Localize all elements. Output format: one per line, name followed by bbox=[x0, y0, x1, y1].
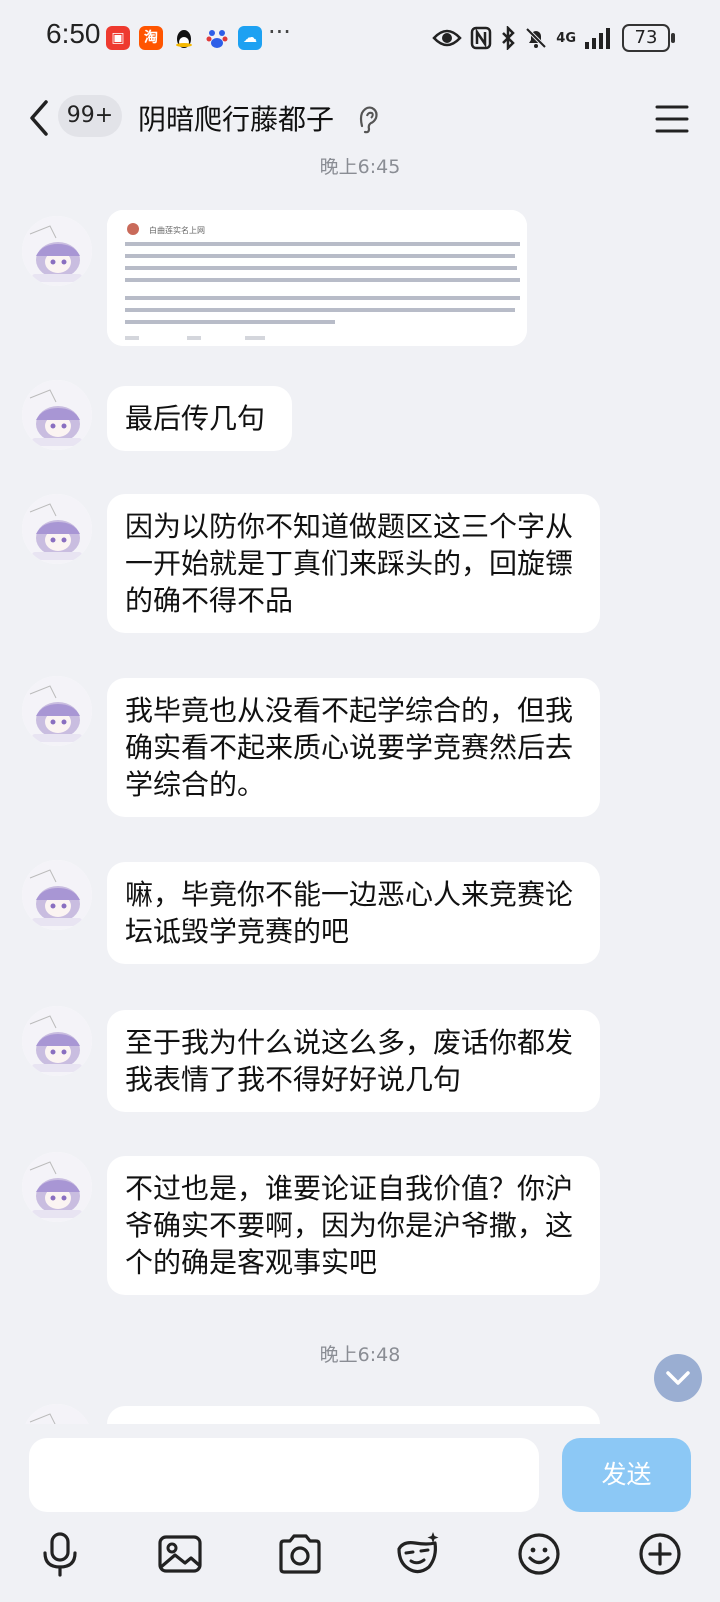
chat-title[interactable]: 阴暗爬行藤都子 bbox=[138, 98, 334, 138]
taobao-red-icon: ▣ bbox=[106, 26, 130, 50]
message-bubble[interactable]: 因为以防你不知道做题区这三个字从一开始就是丁真们来踩头的，回旋镖的确不得不品 bbox=[107, 494, 600, 633]
menu-icon[interactable] bbox=[654, 102, 690, 136]
status-time: 6:50 bbox=[46, 18, 101, 49]
avatar[interactable] bbox=[22, 860, 92, 930]
input-bar: 发送 bbox=[0, 1424, 720, 1602]
image-author: 白曲莲实名上网 bbox=[149, 225, 205, 235]
message-bubble[interactable]: 不过也是，谁要论证自我价值？你沪爷确实不要啊，因为你是沪爷撒，这个的确是客观事实… bbox=[107, 1156, 600, 1295]
emoji-icon[interactable] bbox=[514, 1529, 564, 1579]
more-notifications-icon: ··· bbox=[268, 18, 291, 46]
signal-icon bbox=[585, 28, 610, 49]
battery-indicator: 73 bbox=[622, 24, 675, 52]
camera-icon[interactable] bbox=[275, 1529, 325, 1579]
chevron-down-icon bbox=[666, 1371, 690, 1385]
network-type: 4G bbox=[556, 30, 576, 46]
scroll-to-bottom-button[interactable] bbox=[654, 1354, 702, 1402]
avatar[interactable] bbox=[22, 1006, 92, 1076]
ear-icon[interactable] bbox=[356, 104, 380, 134]
avatar[interactable] bbox=[22, 1404, 92, 1424]
nfc-icon bbox=[471, 26, 492, 50]
plus-icon[interactable] bbox=[635, 1529, 685, 1579]
avatar[interactable] bbox=[22, 1152, 92, 1222]
send-button[interactable]: 发送 bbox=[562, 1438, 691, 1512]
message-bubble[interactable]: 嘛，毕竟你不能一边恶心人来竞赛论坛诋毁学竞赛的吧 bbox=[107, 862, 600, 964]
bluetooth-icon bbox=[502, 26, 516, 50]
image-icon[interactable] bbox=[155, 1529, 205, 1579]
cloud-icon: ☁ bbox=[238, 26, 262, 50]
message-bubble[interactable]: 我毕竟也从没看不起学综合的，但我确实看不起来质心说要学竞赛然后去学综合的。 bbox=[107, 678, 600, 817]
avatar[interactable] bbox=[22, 676, 92, 746]
eye-icon bbox=[432, 29, 462, 47]
message-bubble-partial[interactable] bbox=[107, 1406, 600, 1424]
sticker-icon[interactable] bbox=[393, 1529, 443, 1579]
image-message[interactable]: 白曲莲实名上网 bbox=[107, 210, 527, 346]
avatar[interactable] bbox=[22, 494, 92, 564]
message-input[interactable] bbox=[29, 1438, 539, 1512]
avatar[interactable] bbox=[22, 380, 92, 450]
status-bar: 6:50 ▣ 淘 ☁ ··· 4G 73 bbox=[0, 0, 720, 76]
timestamp: 晚上6:48 bbox=[319, 1344, 401, 1366]
message-bubble[interactable]: 最后传几句 bbox=[107, 386, 292, 451]
status-indicators: 4G 73 bbox=[432, 22, 675, 54]
mute-bell-icon bbox=[525, 27, 547, 49]
message-list[interactable]: 晚上6:45 白曲莲实名上网 最后传几句 因为以防你不知道做题区这三个字从一开始… bbox=[0, 158, 720, 1424]
microphone-icon[interactable] bbox=[35, 1529, 85, 1579]
avatar[interactable] bbox=[22, 216, 92, 286]
baidu-icon bbox=[205, 26, 229, 50]
taobao-icon: 淘 bbox=[139, 26, 163, 50]
back-icon[interactable] bbox=[24, 98, 56, 138]
unread-badge[interactable]: 99+ bbox=[58, 95, 122, 137]
qq-icon bbox=[172, 26, 196, 50]
chat-header: 99+ 阴暗爬行藤都子 bbox=[0, 80, 720, 158]
timestamp: 晚上6:45 bbox=[319, 158, 401, 178]
message-bubble[interactable]: 至于我为什么说这么多，废话你都发我表情了我不得好好说几句 bbox=[107, 1010, 600, 1112]
